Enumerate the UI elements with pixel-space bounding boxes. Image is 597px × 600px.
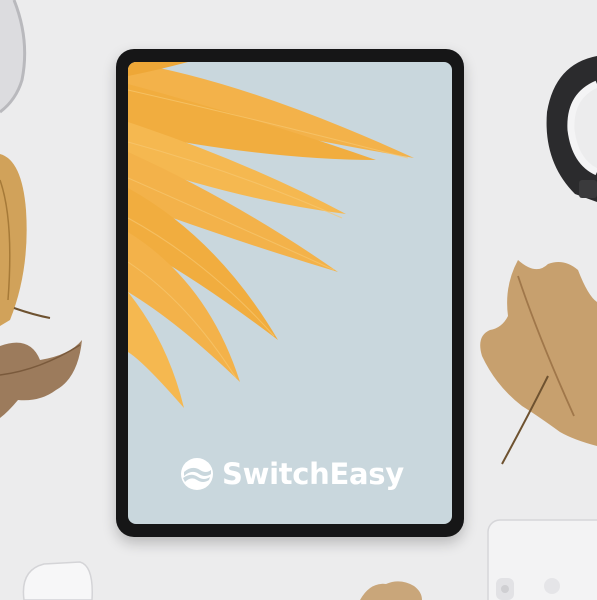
dried-leaf-left [0, 154, 82, 418]
dried-leaf-right [480, 260, 597, 465]
glass-rim [0, 0, 27, 114]
brand-name: SwitchEasy [222, 457, 404, 491]
tablet-screen: SwitchEasy [128, 62, 452, 524]
headphones [546, 56, 597, 202]
earbuds-case [22, 561, 93, 600]
switcheasy-swirl-icon [181, 458, 213, 490]
brand-logo: SwitchEasy [180, 454, 404, 494]
dried-leaf-bottom [360, 581, 422, 600]
desk-scene: SwitchEasy [0, 0, 597, 600]
phone-back [487, 519, 597, 600]
tablet: SwitchEasy [116, 49, 464, 537]
